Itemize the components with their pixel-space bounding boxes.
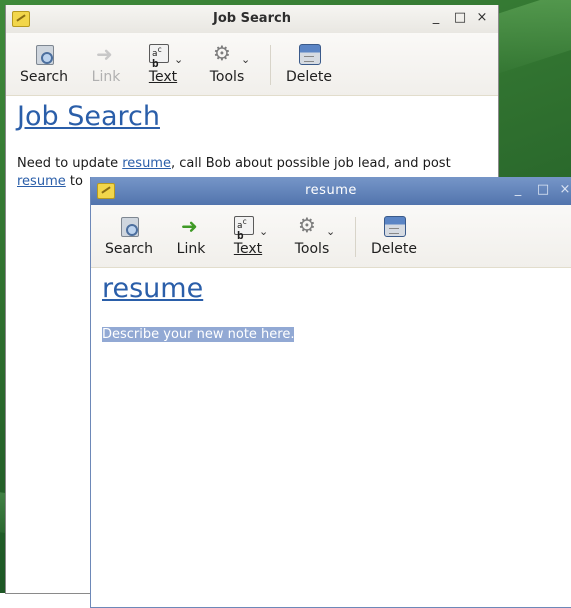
- toolbar: Search ➜ Link ac b ⌄ Text ⚙ ⌄ Tools Delet…: [6, 33, 498, 96]
- search-button[interactable]: Search: [101, 213, 157, 257]
- window-title: resume: [305, 183, 357, 198]
- note-link-resume[interactable]: resume: [17, 174, 66, 189]
- tools-label: Tools: [294, 241, 330, 257]
- tools-button[interactable]: ⚙ ⌄ Tools: [199, 41, 255, 85]
- text-button[interactable]: ac b ⌄ Text: [225, 213, 271, 257]
- toolbar-separator: [270, 45, 271, 85]
- delete-button[interactable]: Delete: [367, 213, 421, 257]
- link-arrow-icon: ➜: [96, 42, 113, 66]
- delete-label: Delete: [371, 241, 417, 257]
- selected-text[interactable]: Describe your new note here.: [102, 327, 295, 342]
- text-button[interactable]: ac b ⌄ Text: [140, 41, 186, 85]
- link-label: Link: [91, 69, 121, 85]
- search-label: Search: [19, 69, 69, 85]
- trash-icon: [384, 216, 406, 237]
- text-label: Text: [233, 241, 263, 257]
- chevron-down-icon: ⌄: [174, 53, 184, 66]
- minimize-button[interactable]: _: [510, 182, 526, 197]
- titlebar[interactable]: resume _ □ ×: [91, 177, 571, 205]
- maximize-button[interactable]: □: [452, 10, 468, 25]
- note-text: to: [65, 174, 83, 189]
- search-icon: [121, 217, 139, 237]
- resume-window: resume _ □ × Search ➜ Link ac b ⌄ Text ⚙ …: [90, 177, 571, 608]
- maximize-button[interactable]: □: [535, 182, 551, 197]
- chevron-down-icon: ⌄: [259, 225, 269, 238]
- search-label: Search: [104, 241, 154, 257]
- text-style-icon: ac b: [149, 44, 169, 69]
- chevron-down-icon: ⌄: [326, 225, 336, 238]
- minimize-button[interactable]: _: [428, 10, 444, 25]
- tools-label: Tools: [209, 69, 245, 85]
- toolbar-separator: [355, 217, 356, 257]
- link-button[interactable]: ➜ Link: [86, 41, 126, 85]
- text-style-icon: ac b: [234, 216, 254, 241]
- note-title[interactable]: Job Search: [17, 101, 160, 132]
- close-button[interactable]: ×: [557, 182, 571, 197]
- trash-icon: [299, 44, 321, 65]
- delete-label: Delete: [286, 69, 332, 85]
- chevron-down-icon: ⌄: [241, 53, 251, 66]
- search-icon: [36, 45, 54, 65]
- tools-button[interactable]: ⚙ ⌄ Tools: [284, 213, 340, 257]
- link-button[interactable]: ➜ Link: [171, 213, 211, 257]
- delete-button[interactable]: Delete: [282, 41, 336, 85]
- note-text: , call Bob about possible job lead, and …: [170, 156, 451, 171]
- gear-icon: ⚙: [213, 41, 231, 65]
- search-button[interactable]: Search: [16, 41, 72, 85]
- note-link-resume[interactable]: resume: [122, 156, 171, 171]
- window-title: Job Search: [213, 11, 291, 26]
- note-title[interactable]: resume: [102, 273, 203, 304]
- note-body[interactable]: Describe your new note here.: [102, 326, 295, 344]
- close-button[interactable]: ×: [474, 10, 490, 25]
- link-label: Link: [176, 241, 206, 257]
- note-text: Need to update: [17, 156, 123, 171]
- titlebar[interactable]: Job Search _ □ ×: [6, 5, 498, 33]
- link-arrow-icon: ➜: [181, 214, 198, 238]
- gear-icon: ⚙: [298, 213, 316, 237]
- toolbar: Search ➜ Link ac b ⌄ Text ⚙ ⌄ Tools Delet…: [91, 205, 571, 268]
- text-label: Text: [148, 69, 178, 85]
